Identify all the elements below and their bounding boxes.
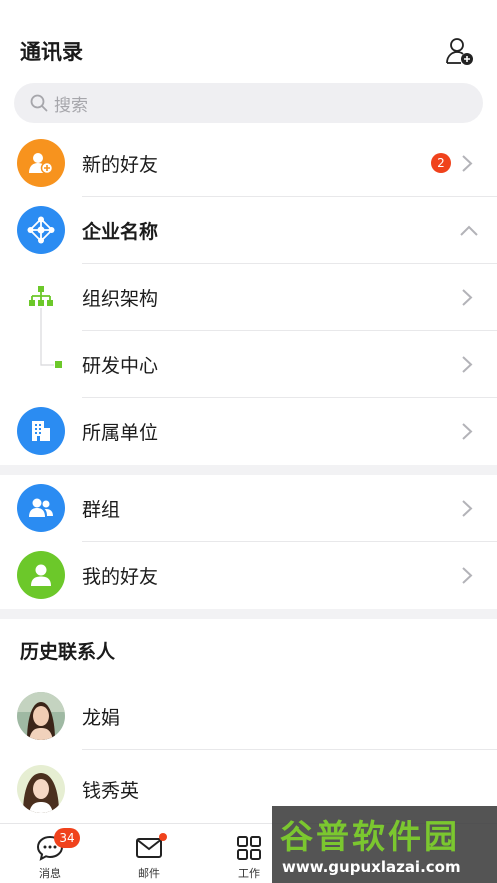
contact-row[interactable]: 龙娟 [0,683,497,750]
notification-badge: 2 [431,153,451,173]
row-new-friends[interactable]: 新的好友 2 [0,130,497,197]
building-icon [17,407,65,455]
row-label: 我的好友 [82,566,159,588]
row-rd-center[interactable]: 研发中心 [0,331,497,398]
section-gap [0,609,497,619]
grid-icon [237,836,261,860]
tab-label: 邮件 [138,867,160,880]
messages-badge: 34 [54,828,80,848]
tab-mail[interactable]: 邮件 [99,824,199,883]
avatar [17,692,65,740]
chevron-up-icon[interactable] [459,225,479,237]
chevron-right-icon [462,289,473,306]
page-title: 通讯录 [20,40,83,64]
row-org-structure[interactable]: 组织架构 [0,264,497,331]
chevron-right-icon [462,155,473,172]
network-icon [17,206,65,254]
row-label: 所属单位 [82,422,159,444]
chevron-right-icon [462,423,473,440]
add-contact-icon[interactable] [445,36,475,66]
new-friend-icon [17,139,65,187]
tab-messages[interactable]: 34 消息 [0,824,100,883]
watermark: 谷普软件园 www.gupuxlazai.com [272,806,497,883]
chevron-right-icon [462,356,473,373]
divider [82,749,497,750]
section-gap [0,465,497,475]
row-label: 组织架构 [82,288,159,310]
contact-name: 钱秀英 [82,780,140,802]
row-my-friends[interactable]: 我的好友 [0,542,497,609]
contact-name: 龙娟 [82,707,121,729]
chevron-right-icon [462,567,473,584]
avatar [17,765,65,813]
search-placeholder: 搜索 [54,95,88,116]
row-label: 群组 [82,499,121,521]
search-input[interactable]: 搜索 [14,83,483,123]
header: 通讯录 [0,0,497,80]
row-company[interactable]: 企业名称 [0,197,497,264]
row-label: 企业名称 [82,221,159,243]
search-icon [30,94,48,112]
row-affiliated-unit[interactable]: 所属单位 [0,398,497,465]
tab-label: 消息 [39,867,61,880]
watermark-title: 谷普软件园 [280,817,460,856]
row-groups[interactable]: 群组 [0,475,497,542]
row-label: 研发中心 [82,355,159,377]
chevron-right-icon [462,500,473,517]
org-tree-icon [29,286,53,306]
person-icon [17,551,65,599]
group-icon [17,484,65,532]
mail-unread-dot [159,833,167,841]
watermark-url: www.gupuxlazai.com [282,858,461,876]
row-label: 新的好友 [82,154,159,176]
history-contacts-title: 历史联系人 [20,641,116,663]
